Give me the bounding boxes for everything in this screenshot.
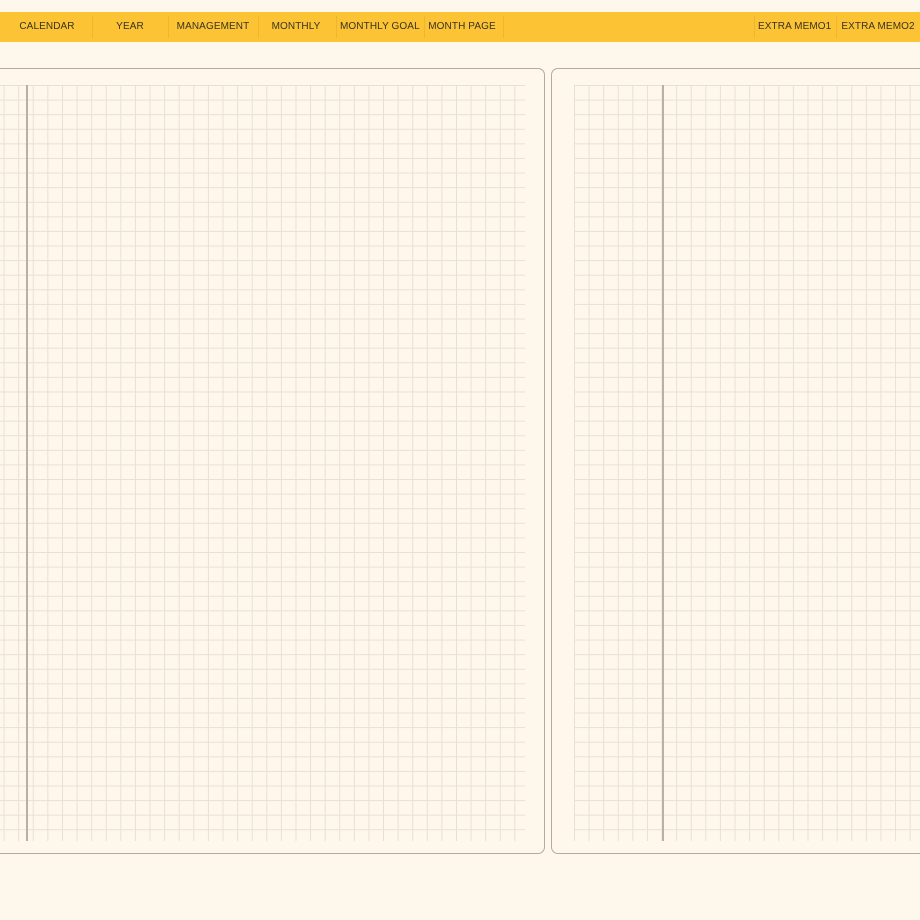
right-memo-page[interactable] xyxy=(551,68,920,854)
nav-divider xyxy=(168,16,169,38)
nav-divider xyxy=(754,16,755,38)
tab-month-page[interactable]: MONTH PAGE xyxy=(428,12,496,42)
right-margin-line xyxy=(662,85,664,841)
tab-year[interactable]: YEAR xyxy=(100,12,160,42)
left-grid-paper[interactable] xyxy=(0,85,525,841)
planner-page: CALENDAR YEAR MANAGEMENT MONTHLY MONTHLY… xyxy=(0,0,920,920)
nav-divider xyxy=(836,16,837,38)
tab-monthly[interactable]: MONTHLY xyxy=(264,12,328,42)
left-memo-page[interactable] xyxy=(0,68,545,854)
nav-divider xyxy=(258,16,259,38)
tab-management[interactable]: MANAGEMENT xyxy=(174,12,252,42)
tab-extra-memo1[interactable]: EXTRA MEMO1 xyxy=(758,12,831,42)
nav-divider xyxy=(424,16,425,38)
tab-extra-memo2[interactable]: EXTRA MEMO2 xyxy=(840,12,916,42)
left-margin-line xyxy=(26,85,28,841)
top-navigation-bar: CALENDAR YEAR MANAGEMENT MONTHLY MONTHLY… xyxy=(0,12,920,42)
nav-divider xyxy=(92,16,93,38)
nav-divider xyxy=(336,16,337,38)
tab-monthly-goal[interactable]: MONTHLY GOAL xyxy=(340,12,420,42)
nav-divider xyxy=(503,16,504,38)
right-grid-paper[interactable] xyxy=(574,85,920,841)
tab-calendar[interactable]: CALENDAR xyxy=(8,12,86,42)
